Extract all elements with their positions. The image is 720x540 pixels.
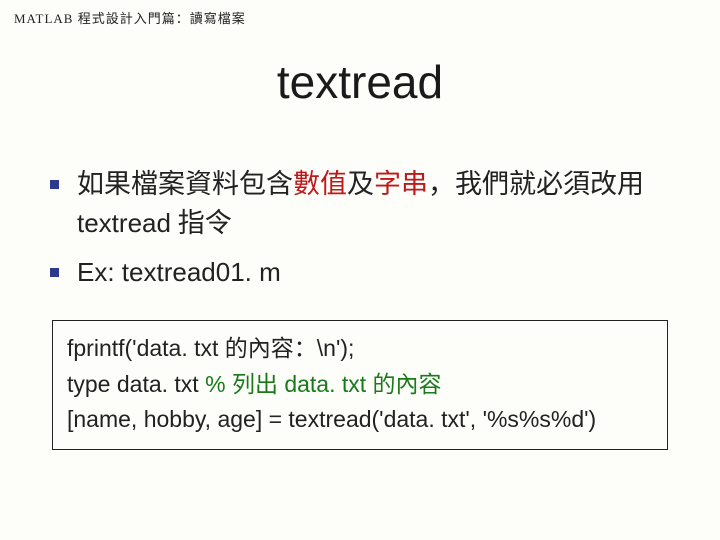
- c2zh2: 的內容: [373, 372, 442, 397]
- c1a: fprintf('data. txt: [67, 335, 225, 361]
- code-box: fprintf('data. txt 的內容：\n'); type data. …: [52, 320, 668, 450]
- b1-part4: 指令: [171, 208, 232, 238]
- c3: [name, hobby, age] = textread('data. txt…: [67, 406, 596, 432]
- bullet-item-2: Ex: textread01. m: [50, 253, 686, 292]
- b1-part2: 及: [347, 169, 374, 199]
- code-line-2: type data. txt % 列出 data. txt 的內容: [67, 367, 653, 403]
- code-line-3: [name, hobby, age] = textread('data. txt…: [67, 402, 653, 437]
- b1-part1: 如果檔案資料包含: [77, 169, 293, 199]
- b1-latin: textread: [77, 208, 171, 238]
- bullet-square-icon: [50, 180, 59, 189]
- b2-latin: Ex: textread01. m: [77, 257, 281, 287]
- c2zh1: 列出: [232, 372, 278, 397]
- c2mid: data. txt: [278, 371, 373, 397]
- c1zh: 的內容：: [225, 336, 317, 361]
- c2-comment: % 列出 data. txt 的內容: [205, 371, 441, 397]
- bullet-list: 如果檔案資料包含數值及字串，我們就必須改用 textread 指令 Ex: te…: [14, 165, 706, 292]
- c2pct: %: [205, 371, 232, 397]
- c1b: \n');: [317, 335, 355, 361]
- code-line-1: fprintf('data. txt 的內容：\n');: [67, 331, 653, 367]
- b1-red1: 數值: [293, 169, 347, 199]
- slide-title: textread: [14, 55, 706, 109]
- b1-red2: 字串: [374, 169, 428, 199]
- bullet-1-text: 如果檔案資料包含數值及字串，我們就必須改用 textread 指令: [77, 165, 686, 243]
- page-header: MATLAB 程式設計入門篇：讀寫檔案: [14, 8, 706, 27]
- b1-part3: ，我們就必須改用: [428, 169, 644, 199]
- bullet-square-icon: [50, 268, 59, 277]
- bullet-item-1: 如果檔案資料包含數值及字串，我們就必須改用 textread 指令: [50, 165, 686, 243]
- bullet-2-text: Ex: textread01. m: [77, 253, 281, 292]
- c2a: type data. txt: [67, 371, 199, 397]
